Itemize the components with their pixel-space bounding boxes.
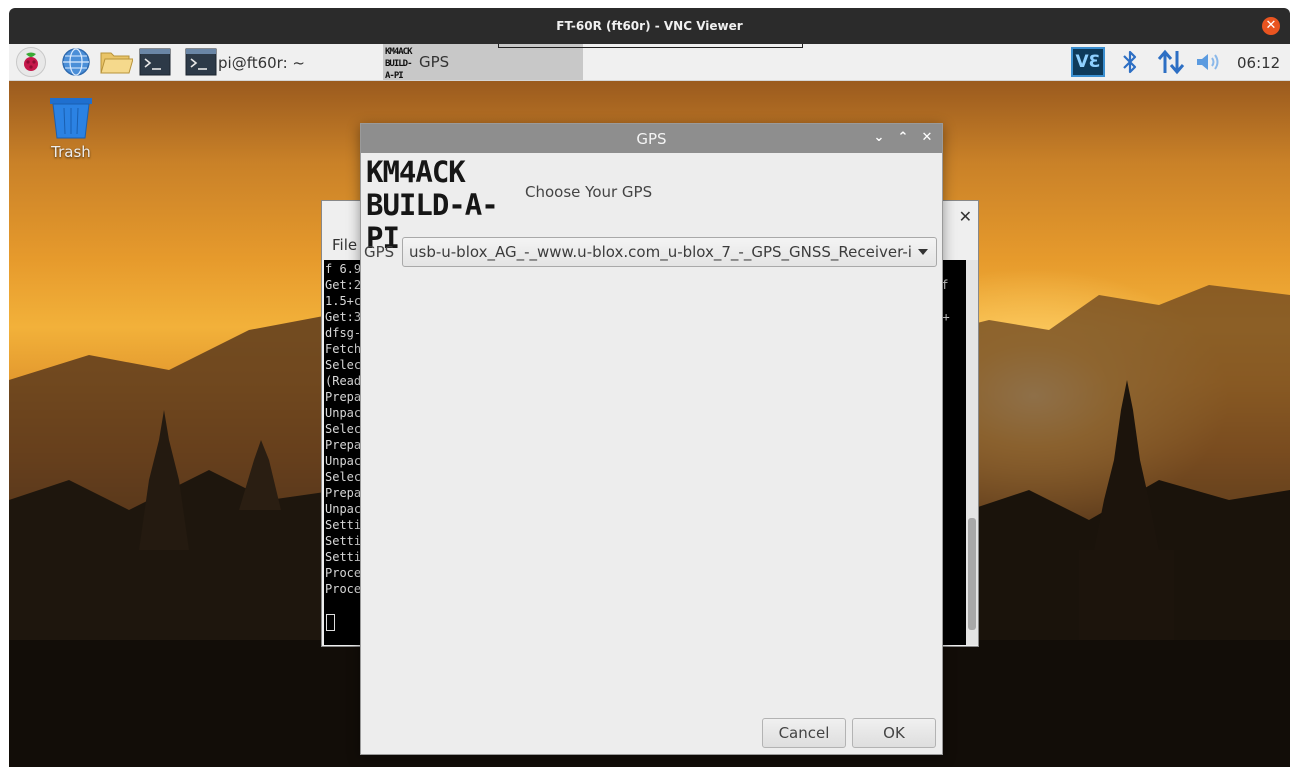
panel-divider: [498, 44, 803, 48]
gps-field-label: GPS: [364, 243, 395, 261]
raspberry-menu-icon[interactable]: [16, 47, 46, 77]
terminal-line: Get:3: [325, 310, 362, 324]
close-icon[interactable]: ✕: [959, 207, 972, 226]
vnc-server-icon[interactable]: VƐ: [1071, 47, 1105, 77]
minimize-icon[interactable]: ⌄: [870, 129, 888, 147]
terminal-line: (Read: [325, 374, 362, 388]
taskbar-item-terminal[interactable]: pi@ft60r: ~: [185, 47, 381, 77]
maximize-icon[interactable]: ⌃: [894, 129, 912, 147]
menu-file[interactable]: File: [332, 236, 357, 254]
volume-icon[interactable]: [1194, 50, 1224, 74]
taskbar-item-label: pi@ft60r: ~: [218, 54, 305, 72]
terminal-line: 1.5+c: [325, 294, 362, 308]
trash-icon[interactable]: [49, 96, 93, 140]
terminal-line: dfsg-: [325, 326, 362, 340]
logo-line: KM4ACK: [366, 155, 466, 189]
terminal-line: Proce: [325, 582, 362, 596]
gps-selected-device: usb-u-blox_AG_-_www.u-blox.com_u-blox_7_…: [409, 243, 911, 261]
trash-label: Trash: [51, 143, 91, 161]
close-icon[interactable]: ✕: [1262, 17, 1280, 35]
terminal-line: Prepa: [325, 390, 362, 404]
terminal-line: Selec: [325, 358, 362, 372]
vnc-viewer-titlebar[interactable]: FT-60R (ft60r) - VNC Viewer ✕: [9, 8, 1290, 44]
dialog-prompt: Choose Your GPS: [525, 183, 653, 201]
clock[interactable]: 06:12: [1237, 54, 1280, 72]
gps-device-dropdown[interactable]: usb-u-blox_AG_-_www.u-blox.com_u-blox_7_…: [402, 237, 937, 267]
terminal-line: Prepa: [325, 486, 362, 500]
logo-line: BUILD-A-PI: [385, 59, 413, 81]
terminal-line: Setti: [325, 534, 362, 548]
file-manager-icon[interactable]: [99, 48, 134, 76]
terminal-icon: [185, 48, 217, 76]
terminal-line: Selec: [325, 470, 362, 484]
terminal-line: Setti: [325, 550, 362, 564]
gps-dialog[interactable]: GPS ⌄ ⌃ ✕ KM4ACK BUILD-A-PI Choose Your …: [360, 123, 943, 755]
terminal-line: Prepa: [325, 438, 362, 452]
close-icon[interactable]: ✕: [918, 129, 936, 147]
terminal-line: Unpac: [325, 406, 362, 420]
ok-button[interactable]: OK: [852, 718, 936, 748]
bluetooth-icon[interactable]: [1119, 49, 1141, 75]
remote-desktop[interactable]: pi@ft60r: ~ KM4ACK BUILD-A-PI GPS VƐ 06:…: [9, 44, 1290, 767]
terminal-line: Unpac: [325, 502, 362, 516]
logo-line: KM4ACK: [385, 47, 413, 57]
terminal-cursor: [326, 614, 335, 631]
terminal-line: Setti: [325, 518, 362, 532]
taskbar-item-label: GPS: [419, 53, 450, 71]
terminal-line: f 6.9: [325, 262, 362, 276]
terminal-line: Get:2: [325, 278, 362, 292]
taskbar-item-gps[interactable]: KM4ACK BUILD-A-PI GPS: [383, 44, 583, 81]
km4ack-logo: KM4ACK BUILD-A-PI: [366, 155, 516, 255]
vnc-window-title: FT-60R (ft60r) - VNC Viewer: [556, 19, 743, 33]
terminal-icon[interactable]: [139, 48, 171, 76]
scrollbar-thumb[interactable]: [968, 518, 976, 630]
cancel-button[interactable]: Cancel: [762, 718, 846, 748]
chevron-down-icon: [918, 249, 928, 255]
terminal-line: Selec: [325, 422, 362, 436]
web-browser-icon[interactable]: [61, 48, 91, 76]
dialog-title: GPS: [636, 130, 667, 148]
taskbar-panel: pi@ft60r: ~ KM4ACK BUILD-A-PI GPS VƐ 06:…: [9, 44, 1290, 81]
terminal-line: Fetch: [325, 342, 362, 356]
terminal-line: Unpac: [325, 454, 362, 468]
km4ack-logo: KM4ACK BUILD-A-PI: [385, 46, 417, 81]
terminal-line: Proce: [325, 566, 362, 580]
terminal-scrollbar[interactable]: [966, 260, 978, 645]
network-icon[interactable]: [1156, 49, 1186, 75]
dialog-titlebar[interactable]: GPS ⌄ ⌃ ✕: [361, 124, 942, 153]
